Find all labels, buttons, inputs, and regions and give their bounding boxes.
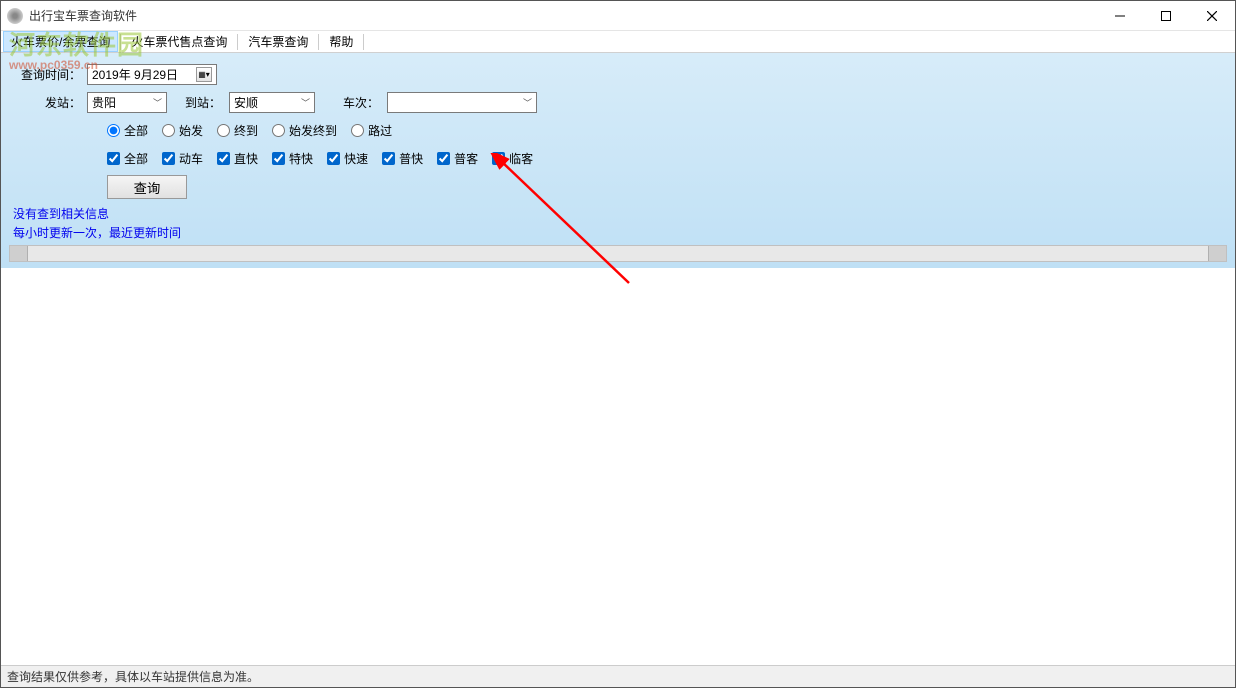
app-icon [7, 8, 23, 24]
no-results-message[interactable]: 没有查到相关信息 [13, 205, 1227, 222]
maximize-icon [1161, 11, 1171, 21]
date-value: 2019年 9月29日 [92, 66, 196, 83]
radio-pass[interactable]: 路过 [351, 122, 392, 139]
horizontal-scrollbar[interactable] [9, 245, 1227, 262]
maximize-button[interactable] [1143, 1, 1189, 30]
menu-help[interactable]: 帮助 [321, 31, 361, 52]
to-station-value: 安顺 [234, 94, 299, 111]
check-all[interactable]: 全部 [107, 150, 148, 167]
window-title: 出行宝车票查询软件 [29, 7, 137, 24]
close-button[interactable] [1189, 1, 1235, 30]
check-pukuai[interactable]: 普快 [382, 150, 423, 167]
results-area [1, 268, 1235, 665]
minimize-button[interactable] [1097, 1, 1143, 30]
radio-end[interactable]: 终到 [217, 122, 258, 139]
check-kuaisu[interactable]: 快速 [327, 150, 368, 167]
radio-start[interactable]: 始发 [162, 122, 203, 139]
label-train-no: 车次： [315, 94, 387, 111]
chevron-down-icon: ﹀ [521, 96, 534, 109]
label-query-time: 查询时间： [9, 66, 87, 83]
title-bar: 出行宝车票查询软件 [1, 1, 1235, 31]
calendar-icon[interactable]: ▦▾ [196, 67, 212, 82]
from-station-value: 贵阳 [92, 94, 151, 111]
date-picker[interactable]: 2019年 9月29日 ▦▾ [87, 64, 217, 85]
query-button[interactable]: 查询 [107, 175, 187, 199]
from-station-combo[interactable]: 贵阳 ﹀ [87, 92, 167, 113]
check-dongche[interactable]: 动车 [162, 150, 203, 167]
minimize-icon [1115, 11, 1125, 21]
app-window: 出行宝车票查询软件 火车票价/余票查询 火车票代售点查询 汽车票查询 帮助 查询… [0, 0, 1236, 688]
check-tekuai[interactable]: 特快 [272, 150, 313, 167]
menu-bus-query[interactable]: 汽车票查询 [240, 31, 316, 52]
window-controls [1097, 1, 1235, 30]
update-info-message[interactable]: 每小时更新一次，最近更新时间 [13, 224, 1227, 241]
menu-bar: 火车票价/余票查询 火车票代售点查询 汽车票查询 帮助 [1, 31, 1235, 53]
check-linke[interactable]: 临客 [492, 150, 533, 167]
query-panel: 查询时间： 2019年 9月29日 ▦▾ 发站： 贵阳 ﹀ 到站： 安顺 ﹀ 车… [1, 53, 1235, 268]
close-icon [1207, 11, 1217, 21]
radio-all[interactable]: 全部 [107, 122, 148, 139]
check-puke[interactable]: 普客 [437, 150, 478, 167]
chevron-down-icon: ﹀ [299, 96, 312, 109]
label-from-station: 发站： [9, 94, 87, 111]
chevron-down-icon: ﹀ [151, 96, 164, 109]
menu-ticket-query[interactable]: 火车票价/余票查询 [3, 31, 118, 52]
status-text: 查询结果仅供参考，具体以车站提供信息为准。 [7, 668, 259, 685]
check-zhikuai[interactable]: 直快 [217, 150, 258, 167]
train-no-combo[interactable]: ﹀ [387, 92, 537, 113]
menu-agent-query[interactable]: 火车票代售点查询 [123, 31, 235, 52]
radio-start-end[interactable]: 始发终到 [272, 122, 337, 139]
to-station-combo[interactable]: 安顺 ﹀ [229, 92, 315, 113]
status-bar: 查询结果仅供参考，具体以车站提供信息为准。 [1, 665, 1235, 687]
label-to-station: 到站： [167, 94, 229, 111]
